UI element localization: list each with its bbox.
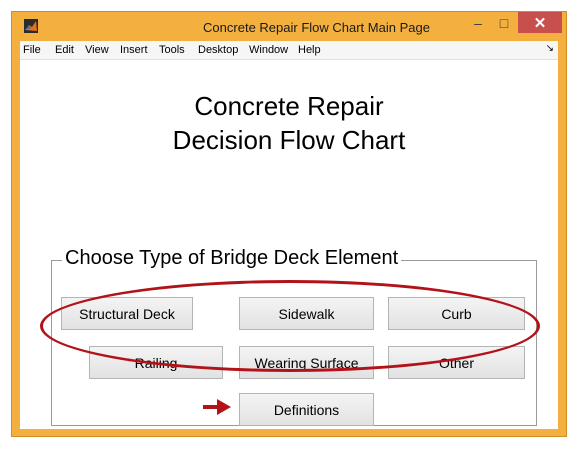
railing-button[interactable]: Railing <box>89 346 223 379</box>
toolbar-toggle-icon[interactable]: ↘ <box>546 43 554 54</box>
menu-tools[interactable]: Tools <box>159 44 185 56</box>
menu-help[interactable]: Help <box>298 44 321 56</box>
app-window: Concrete Repair Flow Chart Main Page – □… <box>11 11 567 437</box>
menu-insert[interactable]: Insert <box>120 44 148 56</box>
menu-window[interactable]: Window <box>249 44 288 56</box>
menu-edit[interactable]: Edit <box>55 44 74 56</box>
menu-desktop[interactable]: Desktop <box>198 44 238 56</box>
other-button[interactable]: Other <box>388 346 525 379</box>
page-title-line2: Decision Flow Chart <box>172 125 406 155</box>
title-bar[interactable]: Concrete Repair Flow Chart Main Page – □… <box>12 12 566 40</box>
minimize-button[interactable]: – <box>467 12 489 34</box>
close-button[interactable]: ✕ <box>518 12 562 33</box>
figure-content: Concrete Repair Decision Flow Chart Choo… <box>20 60 558 429</box>
page-title-line1: Concrete Repair <box>194 91 384 121</box>
panel-label: Choose Type of Bridge Deck Element <box>62 247 402 270</box>
arrow-right-icon <box>203 399 231 415</box>
definitions-button[interactable]: Definitions <box>239 393 374 426</box>
sidewalk-button[interactable]: Sidewalk <box>239 297 374 330</box>
maximize-button[interactable]: □ <box>493 12 515 34</box>
curb-button[interactable]: Curb <box>388 297 525 330</box>
menu-bar: File Edit View Insert Tools Desktop Wind… <box>20 41 558 60</box>
wearing-surface-button[interactable]: Wearing Surface <box>239 346 374 379</box>
structural-deck-button[interactable]: Structural Deck <box>61 297 193 330</box>
menu-view[interactable]: View <box>85 44 109 56</box>
menu-file[interactable]: File <box>23 44 41 56</box>
